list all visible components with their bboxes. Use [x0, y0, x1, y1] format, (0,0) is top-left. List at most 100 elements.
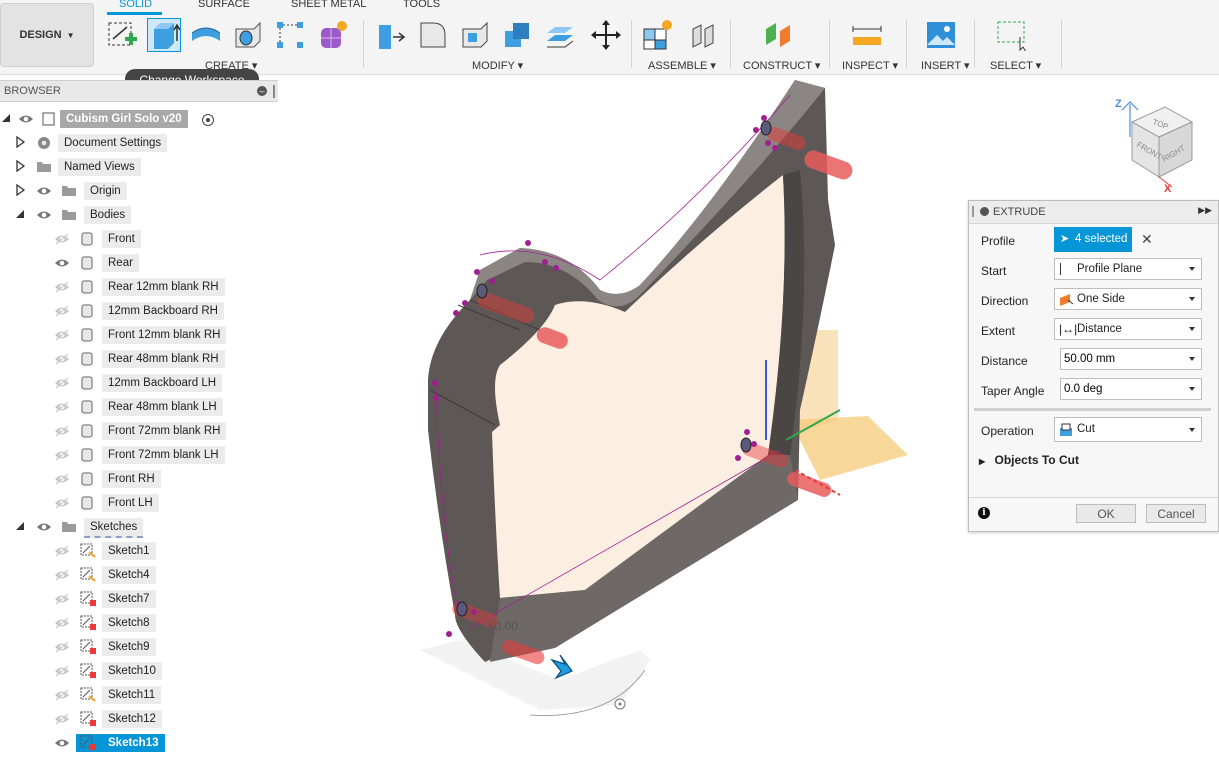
sketch-item[interactable]: Sketch10	[102, 662, 162, 680]
visibility-eye-icon[interactable]	[54, 329, 70, 341]
objects-to-cut-toggle[interactable]: ▶ Objects To Cut	[979, 453, 1079, 467]
visibility-eye-icon[interactable]	[36, 521, 52, 533]
dialog-header[interactable]: EXTRUDE ▶▶	[969, 201, 1218, 224]
clear-selection-icon[interactable]: ✕	[1141, 231, 1153, 248]
sketch-item[interactable]: Sketch7	[102, 590, 156, 608]
ok-button[interactable]: OK	[1076, 504, 1136, 523]
extrude-button[interactable]	[147, 18, 181, 52]
caret-expanded-icon[interactable]	[0, 112, 12, 126]
visibility-eye-icon[interactable]	[54, 257, 70, 269]
chevron-down-icon[interactable]	[1189, 357, 1195, 361]
cancel-button[interactable]: Cancel	[1146, 504, 1206, 523]
viewcube[interactable]: Z TOP FRONT RIGHT X	[1110, 92, 1205, 194]
insert-canvas-button[interactable]	[924, 18, 958, 52]
workspace-switcher-button[interactable]: DESIGN ▼	[0, 3, 94, 67]
visibility-eye-icon[interactable]	[54, 689, 70, 701]
hole-button[interactable]	[231, 18, 265, 52]
body-item[interactable]: Front 12mm blank RH	[102, 326, 227, 344]
shell-button[interactable]	[458, 18, 492, 52]
sketch-item[interactable]: Sketch9	[102, 638, 156, 656]
pattern-button[interactable]	[273, 18, 307, 52]
body-item[interactable]: Rear 48mm blank LH	[102, 398, 223, 416]
visibility-eye-icon[interactable]	[54, 473, 70, 485]
visibility-eye-icon[interactable]	[54, 281, 70, 293]
distance-field[interactable]	[1060, 348, 1202, 370]
insert-group-label[interactable]: INSERT ▾	[921, 59, 970, 72]
activate-radio-icon[interactable]	[202, 114, 214, 126]
minus-circle-icon[interactable]	[980, 207, 989, 216]
visibility-eye-icon[interactable]	[18, 113, 34, 125]
visibility-eye-icon[interactable]	[54, 353, 70, 365]
visibility-eye-icon[interactable]	[36, 185, 52, 197]
collapse-panel-icon[interactable]: –	[257, 86, 267, 96]
panel-handle[interactable]	[273, 85, 275, 98]
select-button[interactable]	[995, 18, 1029, 52]
visibility-eye-icon[interactable]	[54, 737, 70, 749]
inspect-group-label[interactable]: INSPECT ▾	[842, 59, 898, 72]
node-document-settings[interactable]: Document Settings	[58, 134, 168, 152]
visibility-eye-icon[interactable]	[54, 617, 70, 629]
caret-expanded-icon[interactable]	[14, 208, 26, 222]
tab-solid[interactable]: SOLID	[119, 0, 152, 10]
tab-tools[interactable]: TOOLS	[403, 0, 440, 10]
move-copy-button[interactable]	[589, 18, 623, 52]
form-button[interactable]	[315, 18, 349, 52]
viewport[interactable]: 50.00	[280, 75, 960, 759]
dimension-label[interactable]: 50.00	[488, 619, 518, 633]
body-item[interactable]: Front 72mm blank LH	[102, 446, 225, 464]
taper-angle-field[interactable]	[1060, 378, 1202, 400]
node-named-views[interactable]: Named Views	[58, 158, 141, 176]
construct-group-label[interactable]: CONSTRUCT ▾	[743, 59, 820, 72]
visibility-eye-icon[interactable]	[54, 545, 70, 557]
modify-group-label[interactable]: MODIFY ▾	[472, 59, 523, 72]
measure-button[interactable]	[850, 18, 884, 52]
new-component-button[interactable]	[640, 18, 674, 52]
visibility-eye-icon[interactable]	[54, 665, 70, 677]
caret-collapsed-icon[interactable]	[14, 183, 26, 198]
caret-expanded-icon[interactable]	[14, 520, 26, 534]
operation-dropdown[interactable]: Cut	[1054, 417, 1202, 442]
visibility-eye-icon[interactable]	[54, 305, 70, 317]
distance-input[interactable]	[1061, 349, 1188, 369]
sketch-item[interactable]: Sketch8	[102, 614, 156, 632]
tab-sheet-metal[interactable]: SHEET METAL	[291, 0, 366, 10]
visibility-eye-icon[interactable]	[54, 401, 70, 413]
info-icon[interactable]: i	[978, 507, 990, 519]
fillet-button[interactable]	[416, 18, 450, 52]
visibility-eye-icon[interactable]	[54, 425, 70, 437]
revolve-button[interactable]	[189, 18, 223, 52]
visibility-eye-icon[interactable]	[54, 449, 70, 461]
sketch-item[interactable]: Sketch1	[102, 542, 156, 560]
visibility-eye-icon[interactable]	[54, 593, 70, 605]
create-sketch-button[interactable]	[105, 18, 139, 52]
body-item[interactable]: Rear 48mm blank RH	[102, 350, 225, 368]
visibility-eye-icon[interactable]	[54, 569, 70, 581]
distance-manipulator-arrow[interactable]	[550, 654, 573, 680]
node-sketches[interactable]: Sketches	[84, 518, 144, 538]
extent-dropdown[interactable]: |↔| Distance	[1054, 318, 1202, 340]
combine-button[interactable]	[500, 18, 534, 52]
body-item[interactable]: 12mm Backboard LH	[102, 374, 223, 392]
tab-surface[interactable]: SURFACE	[198, 0, 250, 10]
visibility-eye-icon[interactable]	[36, 209, 52, 221]
visibility-eye-icon[interactable]	[54, 233, 70, 245]
caret-collapsed-icon[interactable]	[14, 135, 26, 150]
visibility-eye-icon[interactable]	[54, 497, 70, 509]
sketch-item[interactable]: Sketch4	[102, 566, 156, 584]
offset-plane-button[interactable]	[761, 18, 795, 52]
visibility-eye-icon[interactable]	[54, 377, 70, 389]
visibility-eye-icon[interactable]	[54, 641, 70, 653]
node-bodies[interactable]: Bodies	[84, 206, 132, 224]
dialog-grip-icon[interactable]	[972, 206, 974, 217]
body-item[interactable]: 12mm Backboard RH	[102, 302, 224, 320]
press-pull-button[interactable]	[374, 18, 408, 52]
assemble-group-label[interactable]: ASSEMBLE ▾	[648, 59, 716, 72]
sketch-item[interactable]: Sketch12	[102, 710, 162, 728]
sketch-item[interactable]: Sketch11	[102, 686, 162, 704]
root-component-label[interactable]: Cubism Girl Solo v20	[60, 110, 188, 128]
visibility-eye-icon[interactable]	[54, 713, 70, 725]
caret-collapsed-icon[interactable]	[14, 159, 26, 174]
body-item[interactable]: Rear 12mm blank RH	[102, 278, 225, 296]
chevron-down-icon[interactable]	[1189, 387, 1195, 391]
body-item[interactable]: Front LH	[102, 494, 159, 512]
